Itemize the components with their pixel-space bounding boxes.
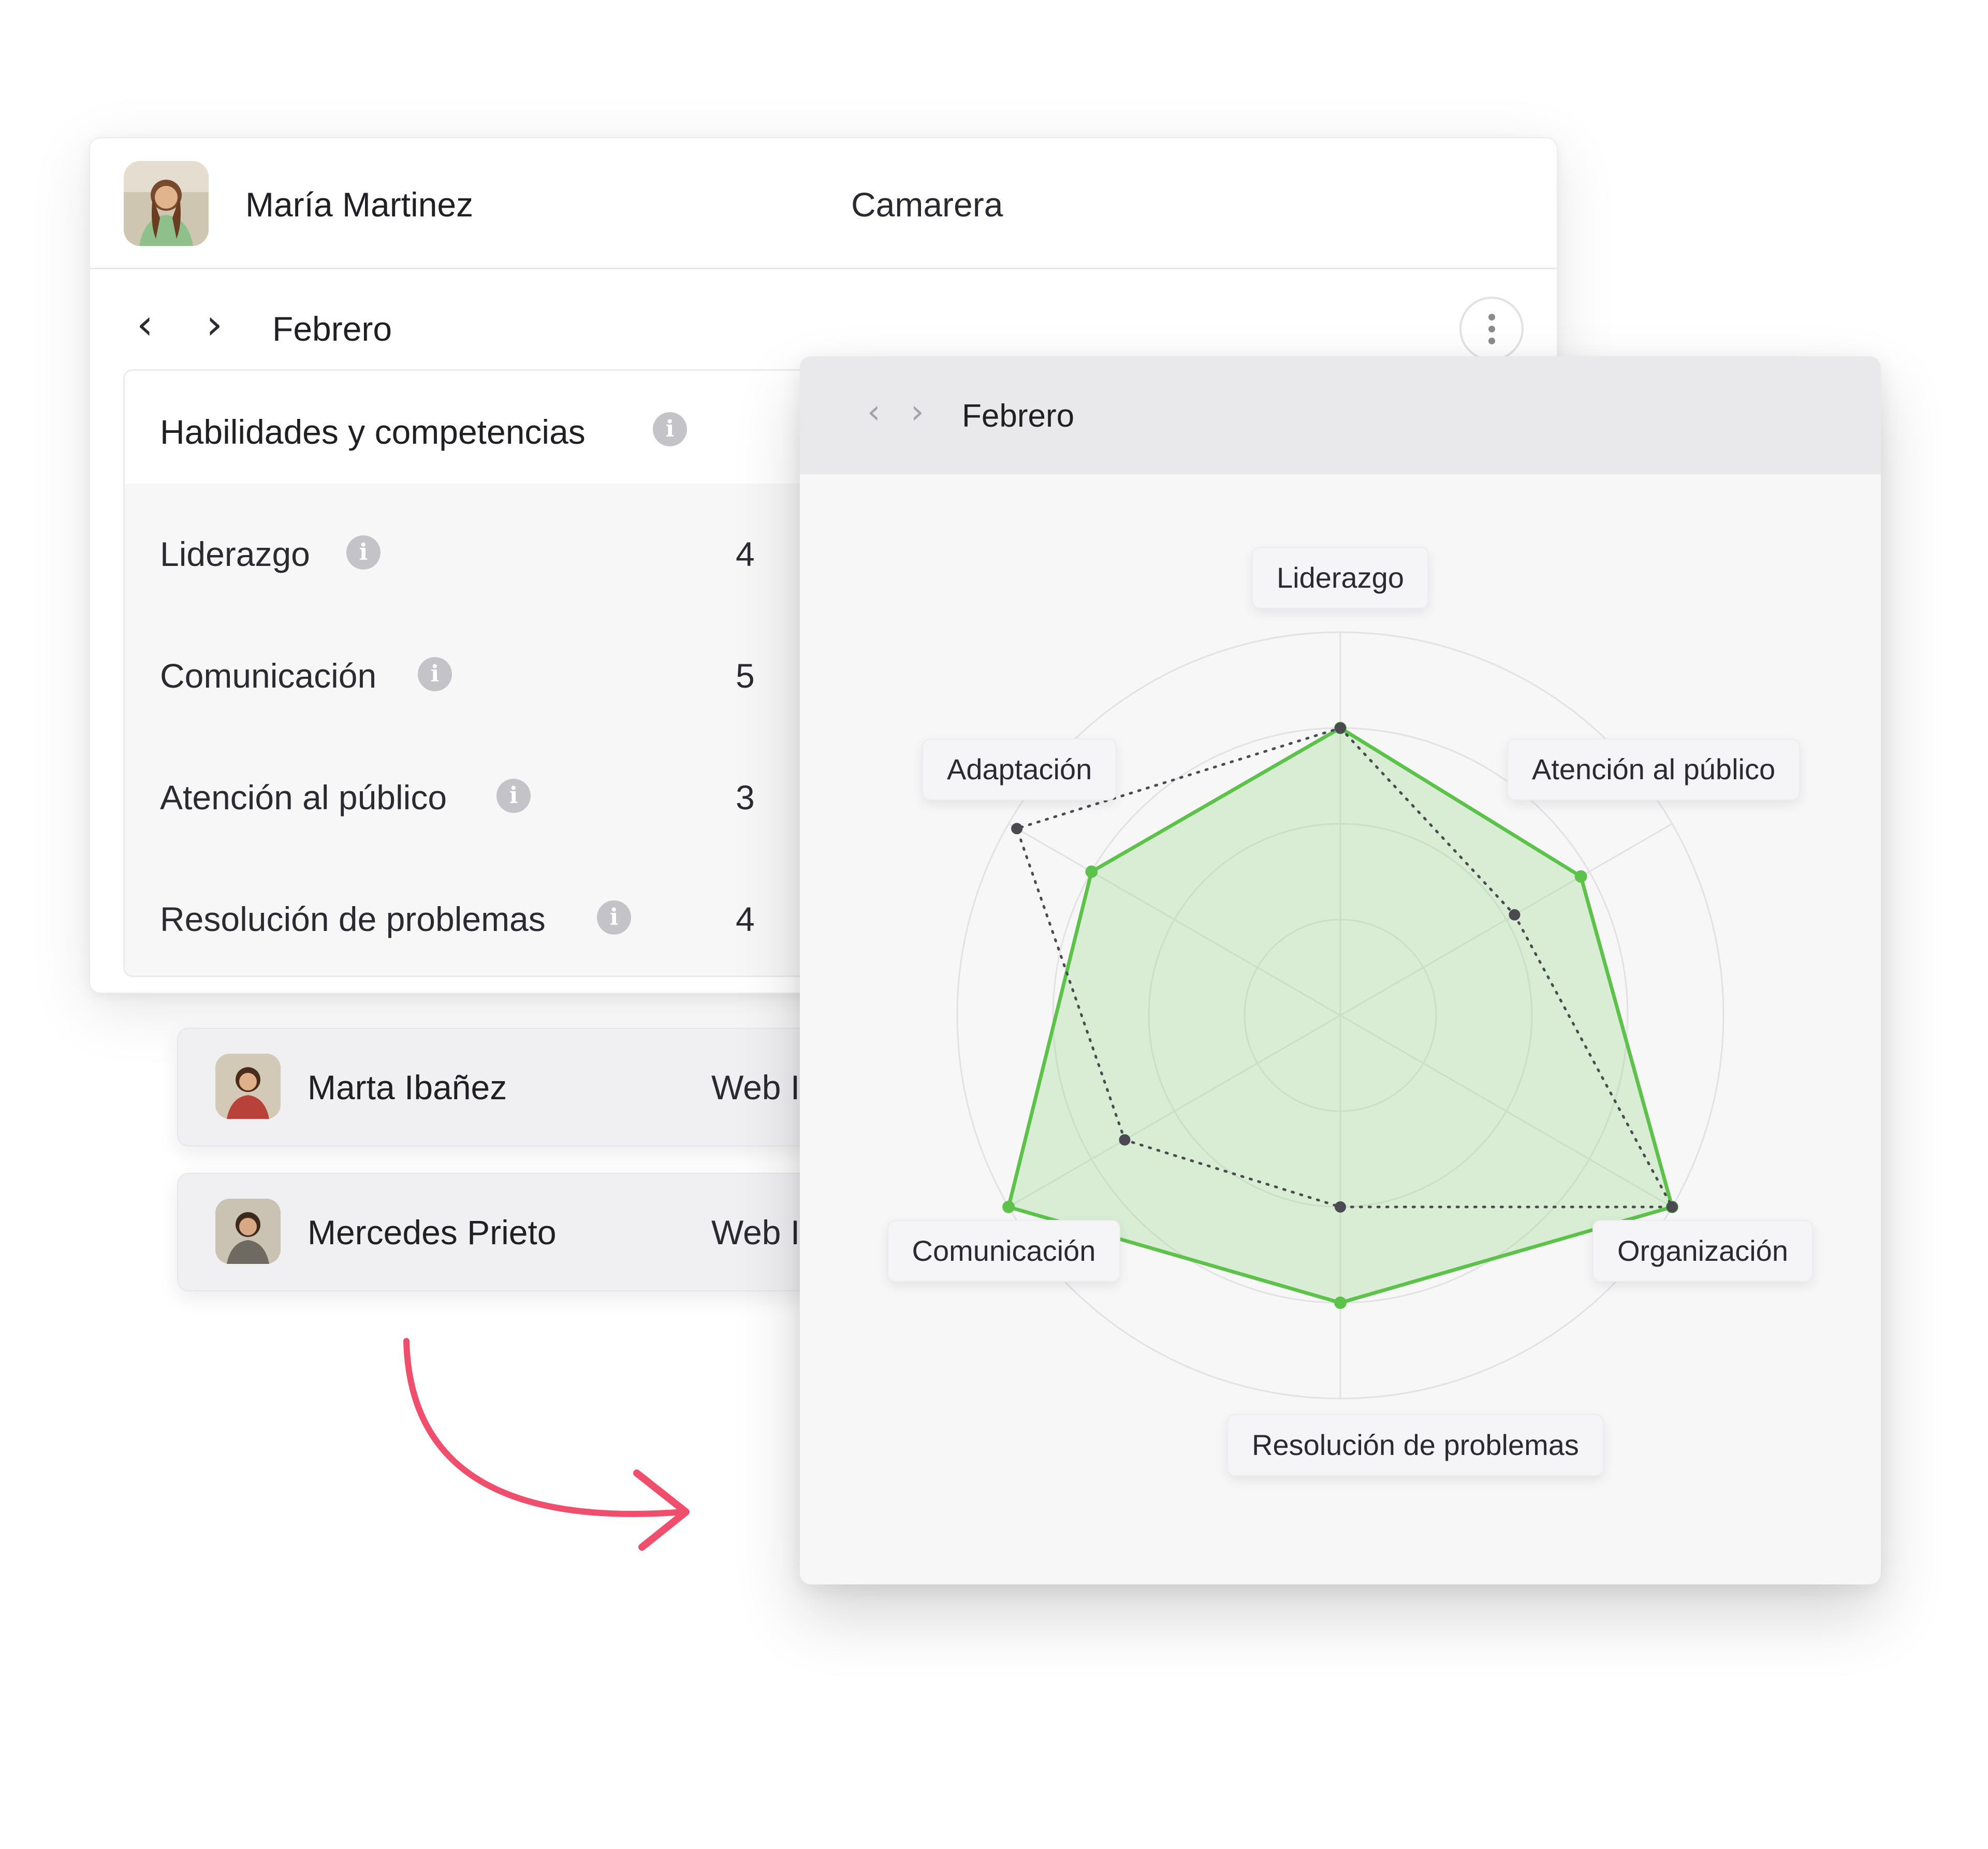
radar-month-label: Febrero — [962, 398, 1075, 434]
skill-label: Comunicación — [160, 657, 377, 695]
radar-header: ‹ › Febrero — [800, 356, 1881, 474]
avatar-photo — [215, 1199, 281, 1264]
radar-labels: Liderazgo Atención al público Organización… — [800, 474, 1881, 1584]
radar-axis-label: Resolución de problemas — [1227, 1414, 1604, 1476]
skills-title: Habilidades y competencias — [160, 413, 586, 451]
arrow-icon — [403, 1338, 690, 1551]
employee-role: Web I — [711, 1068, 800, 1107]
info-icon[interactable]: i — [418, 657, 452, 691]
skill-value: 3 — [736, 778, 755, 817]
prev-month-button[interactable]: ‹ — [137, 304, 153, 345]
radar-axis-label: Comunicación — [887, 1220, 1121, 1282]
skills-panel: Habilidades y competencias i Liderazgo i… — [123, 369, 851, 977]
info-icon[interactable]: i — [346, 535, 381, 570]
radar-axis-label: Atención al público — [1507, 738, 1801, 800]
next-month-button[interactable]: › — [911, 396, 924, 429]
radar-axis-label: Organización — [1592, 1220, 1813, 1282]
skill-value: 4 — [736, 900, 755, 938]
more-options-button[interactable] — [1459, 297, 1524, 361]
employee-name: Mercedes Prieto — [308, 1213, 557, 1251]
employee-row[interactable]: Mercedes Prieto Web I — [177, 1173, 904, 1291]
avatar — [215, 1199, 281, 1264]
employee-row[interactable]: Marta Ibañez Web I — [177, 1028, 904, 1146]
prev-month-button[interactable]: ‹ — [867, 396, 881, 429]
employee-header: María Martinez Camarera — [90, 138, 1557, 269]
avatar — [215, 1054, 281, 1119]
skill-value: 5 — [736, 657, 755, 695]
month-label: Febrero — [272, 310, 392, 348]
more-dot-icon — [1488, 325, 1495, 332]
employee-name: Marta Ibañez — [308, 1068, 507, 1107]
info-icon[interactable]: i — [496, 779, 531, 813]
radar-axis-label: Liderazgo — [1252, 547, 1429, 609]
avatar — [124, 161, 209, 246]
employee-role: Web I — [711, 1213, 800, 1251]
employee-name[interactable]: María Martinez — [245, 185, 473, 224]
more-dot-icon — [1488, 313, 1495, 321]
skills-header: Habilidades y competencias i — [125, 371, 850, 484]
radar-card: ‹ › Febrero Liderazgo Atención al público… — [800, 356, 1881, 1584]
skill-label: Liderazgo — [160, 535, 310, 573]
info-icon[interactable]: i — [597, 900, 631, 935]
employee-role: Camarera — [851, 185, 1003, 224]
skill-label: Atención al público — [160, 778, 447, 817]
radar-axis-label: Adaptación — [922, 738, 1117, 800]
avatar-photo — [215, 1054, 281, 1119]
skill-label: Resolución de problemas — [160, 900, 546, 938]
next-month-button[interactable]: › — [206, 304, 223, 345]
avatar-photo — [124, 161, 209, 246]
skill-value: 4 — [736, 535, 755, 573]
info-icon[interactable]: i — [653, 412, 687, 446]
more-dot-icon — [1488, 337, 1495, 344]
